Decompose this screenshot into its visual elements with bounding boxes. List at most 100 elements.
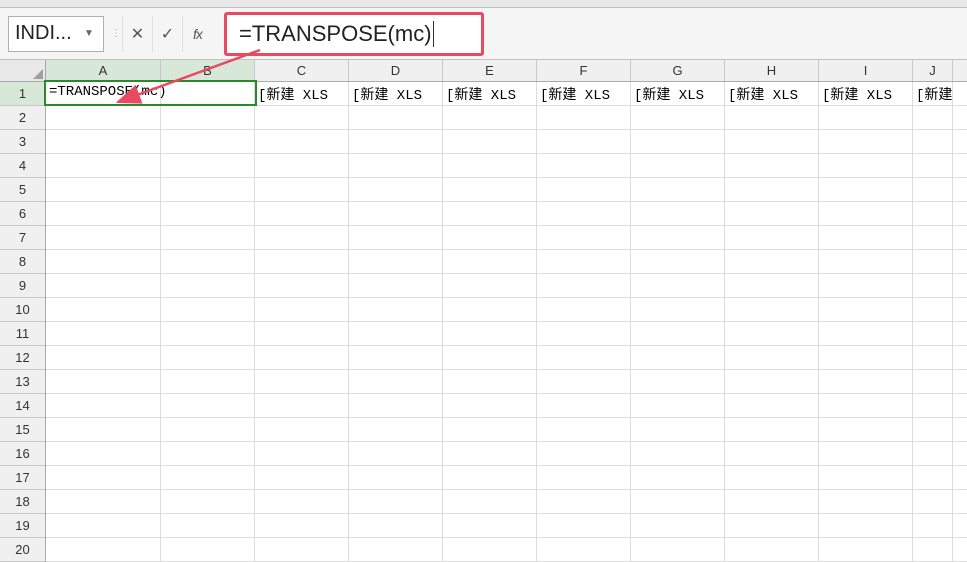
cell-D8[interactable] [349,250,443,273]
cell-E3[interactable] [443,130,537,153]
cell-C10[interactable] [255,298,349,321]
cell-J1[interactable]: [新建 [913,82,953,105]
cell-H7[interactable] [725,226,819,249]
cell-G16[interactable] [631,442,725,465]
cell-C8[interactable] [255,250,349,273]
row-header-6[interactable]: 6 [0,202,45,226]
cell-C12[interactable] [255,346,349,369]
cell-D18[interactable] [349,490,443,513]
cell-A6[interactable] [46,202,161,225]
cell-G5[interactable] [631,178,725,201]
cell-E2[interactable] [443,106,537,129]
cell-G14[interactable] [631,394,725,417]
cell-F3[interactable] [537,130,631,153]
cell-G3[interactable] [631,130,725,153]
name-box[interactable]: INDI... ▼ [8,16,104,52]
cell-I2[interactable] [819,106,913,129]
cell-H2[interactable] [725,106,819,129]
cell-C17[interactable] [255,466,349,489]
column-header-h[interactable]: H [725,60,819,81]
cell-C16[interactable] [255,442,349,465]
row-header-11[interactable]: 11 [0,322,45,346]
cell-F6[interactable] [537,202,631,225]
cell-E11[interactable] [443,322,537,345]
cell-G6[interactable] [631,202,725,225]
cell-A1[interactable]: =TRANSPOSE(mc) [46,82,161,105]
row-header-16[interactable]: 16 [0,442,45,466]
column-header-f[interactable]: F [537,60,631,81]
cell-D9[interactable] [349,274,443,297]
cell-E1[interactable]: [新建 XLS [443,82,537,105]
cell-I13[interactable] [819,370,913,393]
cell-H13[interactable] [725,370,819,393]
cell-A13[interactable] [46,370,161,393]
cell-B15[interactable] [161,418,255,441]
cell-D14[interactable] [349,394,443,417]
column-header-i[interactable]: I [819,60,913,81]
cell-D12[interactable] [349,346,443,369]
row-header-8[interactable]: 8 [0,250,45,274]
cell-J20[interactable] [913,538,953,561]
row-header-19[interactable]: 19 [0,514,45,538]
cell-J11[interactable] [913,322,953,345]
cell-I3[interactable] [819,130,913,153]
cell-F4[interactable] [537,154,631,177]
cell-C14[interactable] [255,394,349,417]
cell-I9[interactable] [819,274,913,297]
cell-I12[interactable] [819,346,913,369]
cell-H8[interactable] [725,250,819,273]
cell-D10[interactable] [349,298,443,321]
cell-H12[interactable] [725,346,819,369]
cell-F7[interactable] [537,226,631,249]
cell-F19[interactable] [537,514,631,537]
cell-I4[interactable] [819,154,913,177]
cell-B1[interactable] [161,82,255,105]
cell-D5[interactable] [349,178,443,201]
cancel-button[interactable]: ✕ [122,16,152,52]
cell-E16[interactable] [443,442,537,465]
cell-F9[interactable] [537,274,631,297]
cell-E18[interactable] [443,490,537,513]
cell-I11[interactable] [819,322,913,345]
row-header-9[interactable]: 9 [0,274,45,298]
cell-J3[interactable] [913,130,953,153]
cell-F17[interactable] [537,466,631,489]
cell-I14[interactable] [819,394,913,417]
cell-G1[interactable]: [新建 XLS [631,82,725,105]
cell-E10[interactable] [443,298,537,321]
row-header-1[interactable]: 1 [0,82,45,106]
cell-C2[interactable] [255,106,349,129]
cell-D11[interactable] [349,322,443,345]
cell-B18[interactable] [161,490,255,513]
cell-B12[interactable] [161,346,255,369]
select-all-corner[interactable] [0,60,46,81]
cell-B14[interactable] [161,394,255,417]
cell-C9[interactable] [255,274,349,297]
cell-C5[interactable] [255,178,349,201]
cell-A9[interactable] [46,274,161,297]
cell-E12[interactable] [443,346,537,369]
cell-J8[interactable] [913,250,953,273]
cell-E20[interactable] [443,538,537,561]
cell-E8[interactable] [443,250,537,273]
row-header-5[interactable]: 5 [0,178,45,202]
cell-C20[interactable] [255,538,349,561]
cell-H4[interactable] [725,154,819,177]
cell-D16[interactable] [349,442,443,465]
cell-H3[interactable] [725,130,819,153]
cell-E5[interactable] [443,178,537,201]
row-header-3[interactable]: 3 [0,130,45,154]
cell-H1[interactable]: [新建 XLS [725,82,819,105]
cell-A12[interactable] [46,346,161,369]
row-header-17[interactable]: 17 [0,466,45,490]
cell-G2[interactable] [631,106,725,129]
cell-B2[interactable] [161,106,255,129]
cell-C6[interactable] [255,202,349,225]
cell-C15[interactable] [255,418,349,441]
cell-E19[interactable] [443,514,537,537]
cell-G10[interactable] [631,298,725,321]
cell-J2[interactable] [913,106,953,129]
name-box-dropdown-icon[interactable]: ▼ [81,28,97,39]
cell-A20[interactable] [46,538,161,561]
cell-H16[interactable] [725,442,819,465]
